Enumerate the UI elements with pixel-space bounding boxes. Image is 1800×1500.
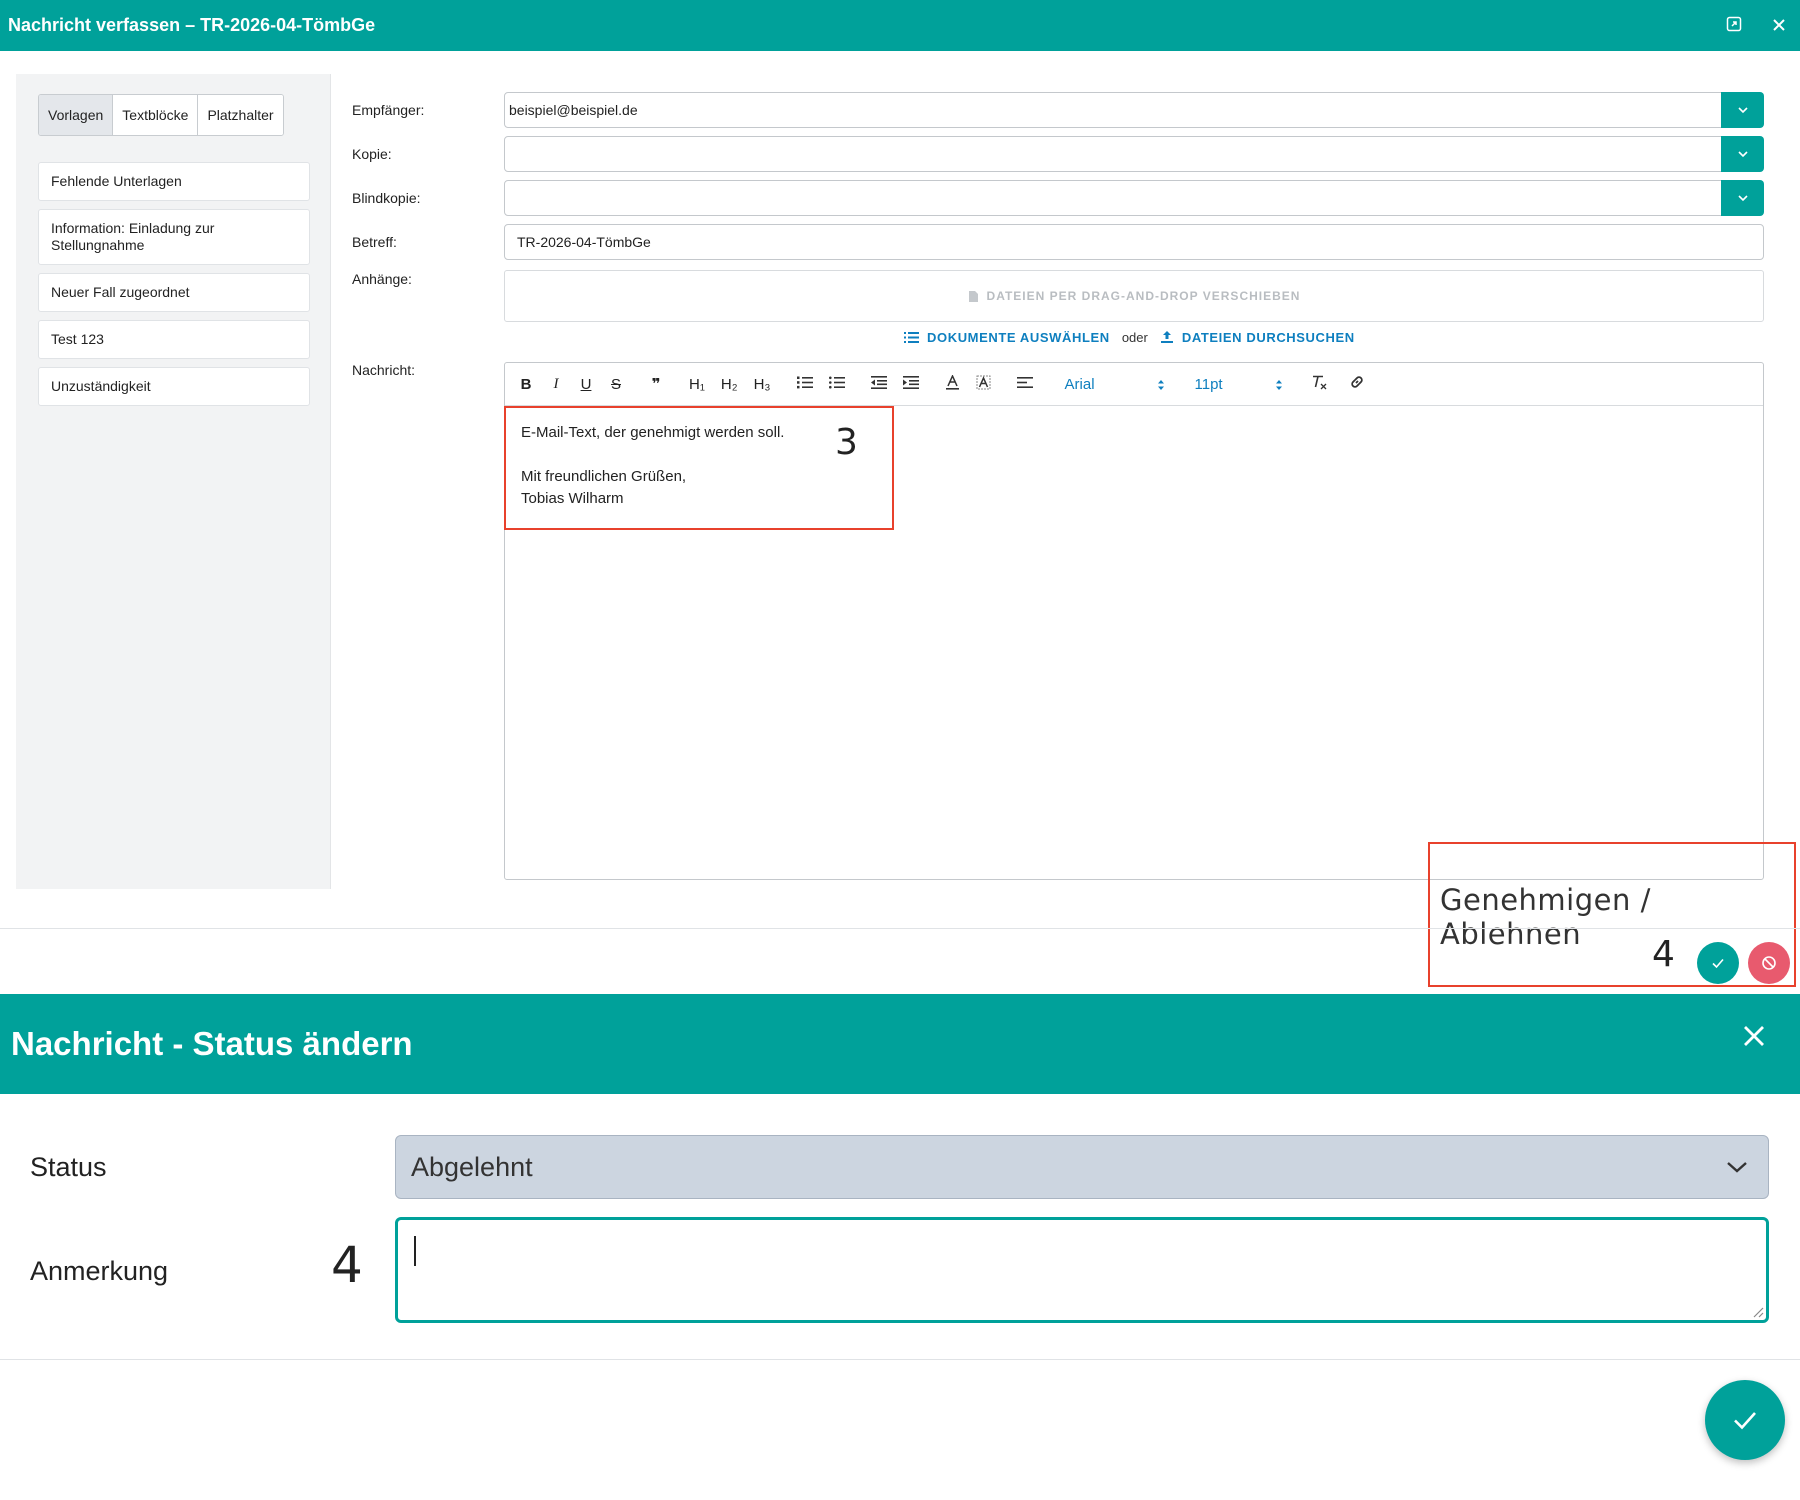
attachment-dropzone[interactable]: DATEIEN PER DRAG-AND-DROP VERSCHIEBEN	[504, 270, 1764, 322]
expand-icon[interactable]	[1726, 16, 1742, 35]
ban-icon	[1762, 956, 1776, 970]
clear-format-icon[interactable]	[1311, 375, 1327, 394]
confirm-button[interactable]	[1705, 1380, 1785, 1460]
status-label: Status	[30, 1152, 107, 1182]
note-textarea[interactable]	[395, 1217, 1769, 1323]
ordered-list-icon[interactable]	[796, 376, 813, 393]
template-list: Fehlende Unterlagen Information: Einladu…	[38, 162, 310, 414]
template-item[interactable]: Test 123	[38, 320, 310, 359]
italic-button[interactable]: I	[549, 376, 563, 393]
select-documents-link[interactable]: DOKUMENTE AUSWÄHLEN	[927, 330, 1110, 345]
template-item[interactable]: Unzuständigkeit	[38, 367, 310, 406]
dropzone-text: DATEIEN PER DRAG-AND-DROP VERSCHIEBEN	[986, 289, 1301, 303]
outdent-icon[interactable]	[870, 375, 887, 393]
template-item[interactable]: Neuer Fall zugeordnet	[38, 273, 310, 312]
template-item[interactable]: Information: Einladung zur Stellungnahme	[38, 209, 310, 265]
status-select[interactable]: Abgelehnt	[395, 1135, 1769, 1199]
status-select-value: Abgelehnt	[411, 1151, 533, 1182]
bold-button[interactable]: B	[519, 376, 533, 393]
browse-files-link[interactable]: DATEIEN DURCHSUCHEN	[1182, 330, 1355, 345]
subject-label: Betreff:	[352, 234, 397, 250]
or-text: oder	[1121, 329, 1148, 345]
underline-button[interactable]: U	[579, 376, 593, 393]
upload-icon	[1160, 331, 1173, 343]
chevron-down-icon	[1737, 195, 1748, 202]
template-item[interactable]: Fehlende Unterlagen	[38, 162, 310, 201]
attachments-label: Anhänge:	[352, 271, 412, 287]
chevron-down-icon	[1737, 151, 1748, 158]
status-dialog-title: Nachricht - Status ändern	[11, 1025, 413, 1062]
status-dialog-header: Nachricht - Status ändern	[0, 994, 1800, 1094]
font-family-select[interactable]: Arial	[1065, 376, 1165, 393]
h2-button[interactable]: H₂	[721, 376, 738, 393]
link-icon[interactable]	[1349, 374, 1365, 394]
message-label: Nachricht:	[352, 362, 416, 378]
font-size-select[interactable]: 11pt	[1195, 376, 1283, 393]
tab-textbloecke[interactable]: Textblöcke	[113, 95, 199, 135]
align-icon[interactable]	[1016, 376, 1033, 393]
quote-button[interactable]: ❞	[649, 375, 663, 393]
bcc-dropdown-button[interactable]	[1721, 180, 1764, 216]
approve-button[interactable]	[1697, 942, 1739, 984]
check-icon	[1734, 1412, 1756, 1430]
annotation-3: 3	[835, 422, 858, 463]
recipient-label: Empfänger:	[352, 102, 425, 118]
cc-label: Kopie:	[352, 146, 392, 162]
file-icon	[968, 290, 978, 302]
h1-button[interactable]: H₁	[689, 376, 705, 393]
indent-icon[interactable]	[902, 375, 919, 393]
text-caret	[414, 1236, 416, 1266]
bcc-input[interactable]	[504, 180, 1722, 216]
text-color-icon[interactable]	[945, 373, 960, 394]
annotation-4a: 4	[1652, 934, 1675, 975]
check-icon	[1712, 958, 1724, 969]
strike-button[interactable]: S	[609, 376, 623, 393]
subject-input[interactable]: TR-2026-04-TömbGe	[504, 224, 1764, 260]
tab-platzhalter[interactable]: Platzhalter	[198, 95, 283, 135]
annotation-4b: 4	[331, 1236, 363, 1294]
close-icon[interactable]	[1742, 1024, 1766, 1053]
editor-toolbar: B I U S ❞ H₁ H₂ H₃ Arial 11pt	[505, 363, 1763, 406]
compose-header: Nachricht verfassen – TR-2026-04-TömbGe	[0, 0, 1800, 51]
compose-header-icons	[1726, 0, 1786, 51]
reject-button[interactable]	[1748, 942, 1790, 984]
updown-icon	[1275, 379, 1282, 390]
close-icon[interactable]	[1772, 17, 1786, 35]
cc-input[interactable]	[504, 136, 1722, 172]
cc-dropdown-button[interactable]	[1721, 136, 1764, 172]
approve-reject-label: Genehmigen / Ablehnen	[1440, 883, 1651, 951]
chevron-down-icon	[1737, 107, 1748, 114]
recipient-dropdown-button[interactable]	[1721, 92, 1764, 128]
template-sidebar: Vorlagen Textblöcke Platzhalter Fehlende…	[16, 74, 331, 889]
bcc-label: Blindkopie:	[352, 190, 421, 206]
status-footer-divider	[0, 1359, 1800, 1360]
background-color-icon[interactable]	[976, 375, 991, 394]
resize-handle-icon[interactable]	[1750, 1304, 1764, 1318]
h3-button[interactable]: H₃	[754, 376, 771, 393]
tab-vorlagen[interactable]: Vorlagen	[39, 95, 114, 135]
note-label: Anmerkung	[30, 1256, 169, 1286]
font-size-value: 11pt	[1194, 375, 1223, 393]
list-icon	[904, 331, 919, 343]
attachment-actions: DOKUMENTE AUSWÄHLEN oder DATEIEN DURCHSU…	[904, 327, 1355, 347]
sidebar-tabs: Vorlagen Textblöcke Platzhalter	[38, 94, 284, 136]
chevron-down-icon	[1727, 1162, 1747, 1173]
compose-footer-divider	[0, 928, 1800, 929]
recipient-input[interactable]: beispiel@beispiel.de	[504, 92, 1722, 128]
compose-title: Nachricht verfassen – TR-2026-04-TömbGe	[8, 15, 376, 35]
bullet-list-icon[interactable]	[828, 376, 845, 393]
updown-icon	[1157, 379, 1164, 390]
font-family-value: Arial	[1064, 375, 1095, 393]
